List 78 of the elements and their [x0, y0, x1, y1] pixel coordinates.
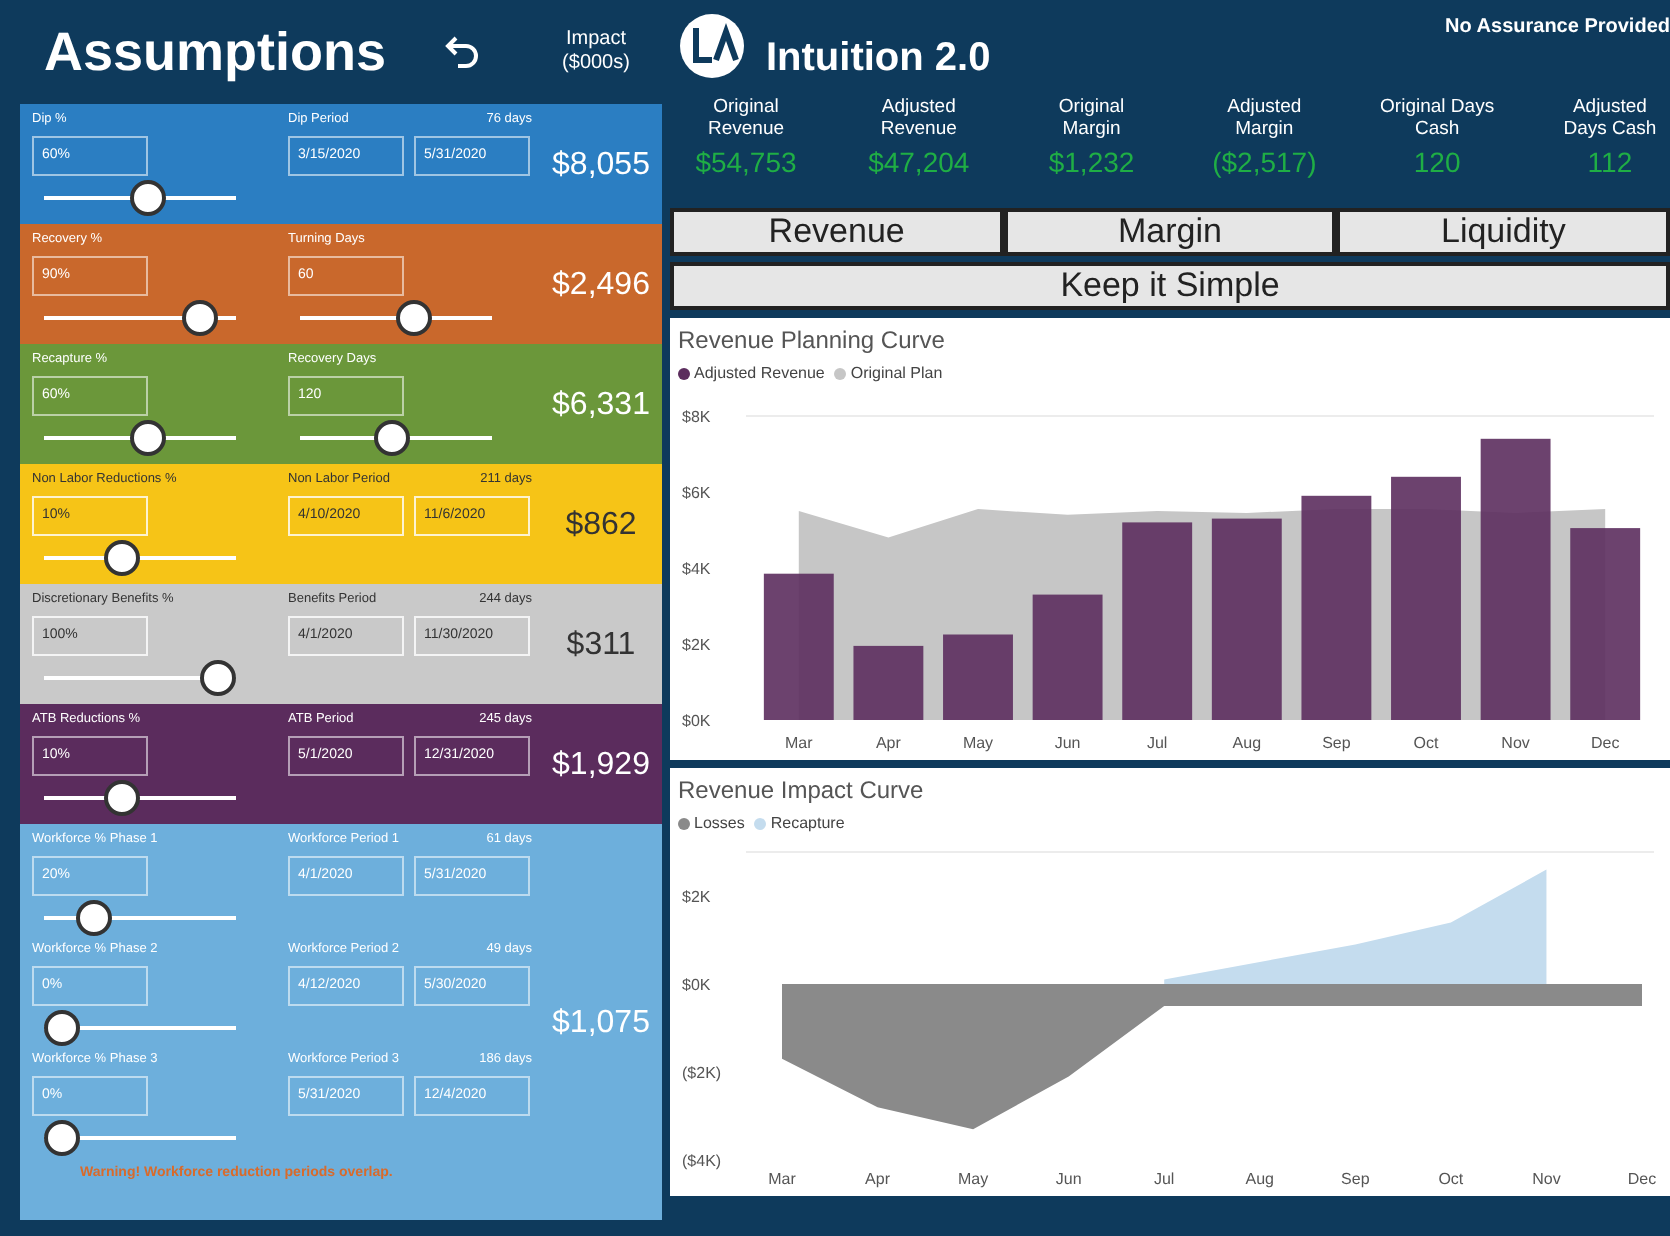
axis-label: Aug	[1232, 734, 1262, 752]
axis-label: Jul	[1146, 734, 1168, 752]
metric-value: 120	[1413, 143, 1461, 182]
impact-value: $6,331	[552, 385, 650, 425]
legend-label: Original Plan	[850, 362, 943, 386]
axis-label: $0K	[682, 976, 711, 994]
axis-label: $0K	[682, 712, 711, 730]
chart-title: Revenue Impact Curve	[678, 774, 926, 808]
axis-label: Sep	[1322, 734, 1351, 752]
metric-value: $54,753	[695, 143, 797, 182]
axis-label: Mar	[785, 734, 813, 752]
slider-thumb[interactable]	[373, 420, 410, 456]
axis-label: Apr	[875, 734, 901, 752]
slider-thumb[interactable]	[44, 1120, 80, 1156]
axis-label: Sep	[1341, 1170, 1370, 1188]
metric-value: 112	[1587, 143, 1633, 182]
metric-label: Adjusted Days Cash	[1561, 96, 1659, 142]
axis-label: ($2K)	[682, 1064, 722, 1082]
slider-thumb[interactable]	[103, 780, 140, 816]
nav-button[interactable]: Margin	[1003, 208, 1337, 256]
bar	[943, 634, 1013, 720]
metric-value: $1,232	[1048, 143, 1135, 182]
axis-label: Jul	[1154, 1170, 1175, 1188]
axis-label: Dec	[1590, 734, 1620, 752]
simple-view-button[interactable]: Keep it Simple	[670, 262, 1670, 310]
logo-icon	[678, 12, 746, 80]
metric-label: Adjusted Margin	[1225, 96, 1304, 142]
nav-button[interactable]: Revenue	[670, 208, 1004, 256]
axis-label: May	[962, 734, 994, 752]
axis-label: ($4K)	[682, 1152, 722, 1170]
impact-value: $1,075	[552, 1003, 650, 1043]
legend-label: Adjusted Revenue	[694, 362, 825, 386]
slider-thumb[interactable]	[103, 540, 140, 576]
chart-title: Revenue Planning Curve	[678, 324, 947, 358]
impact-value: $311	[566, 625, 636, 665]
undo-icon[interactable]	[442, 32, 483, 72]
axis-label: $4K	[682, 560, 711, 578]
metric-label: Original Revenue	[705, 96, 787, 142]
axis-label: $8K	[682, 408, 711, 426]
axis-label: Oct	[1438, 1170, 1464, 1188]
axis-label: May	[958, 1170, 989, 1188]
impact-value: $1,929	[552, 745, 650, 785]
metric-value: ($2,517)	[1212, 143, 1317, 182]
slider-thumb[interactable]	[44, 1010, 80, 1046]
metric-label: Original Margin	[1056, 96, 1127, 142]
disclaimer-text: No Assurance Provided	[1445, 14, 1670, 42]
axis-label: $6K	[682, 484, 711, 502]
slider-thumb[interactable]	[129, 180, 166, 216]
nav-button[interactable]: Liquidity	[1336, 208, 1670, 256]
legend-label: Recapture	[770, 812, 845, 836]
slider-thumb[interactable]	[129, 420, 166, 456]
axis-label: Apr	[865, 1170, 890, 1188]
metric-label: Adjusted Revenue	[878, 96, 959, 142]
slider-thumb[interactable]	[200, 660, 236, 696]
app-title: Intuition 2.0	[766, 34, 991, 84]
axis-label: Dec	[1627, 1170, 1657, 1188]
slider-thumb[interactable]	[396, 300, 433, 336]
slider-thumb[interactable]	[181, 300, 218, 336]
axis-label: Jun	[1055, 1170, 1082, 1188]
bar	[853, 645, 924, 720]
axis-label: Mar	[768, 1170, 796, 1188]
axis-label: Nov	[1532, 1170, 1561, 1188]
axis-label: $2K	[682, 636, 711, 654]
impact-value: $862	[565, 505, 637, 545]
impact-value: $2,496	[552, 265, 650, 305]
legend-label: Losses	[694, 812, 745, 836]
axis-label: $2K	[682, 888, 711, 906]
axis-label: Nov	[1501, 734, 1530, 752]
impact-value: $8,055	[552, 145, 650, 185]
bar	[1032, 594, 1103, 720]
panel-title: Assumptions	[44, 19, 387, 86]
axis-label: Aug	[1245, 1170, 1274, 1188]
metric-value: $47,204	[868, 143, 970, 182]
impact-heading: Impact ($000s)	[560, 27, 632, 77]
axis-label: Jun	[1054, 734, 1081, 752]
metric-label: Original Days Cash	[1378, 96, 1497, 142]
slider-thumb[interactable]	[75, 900, 112, 936]
axis-label: Oct	[1413, 734, 1439, 752]
